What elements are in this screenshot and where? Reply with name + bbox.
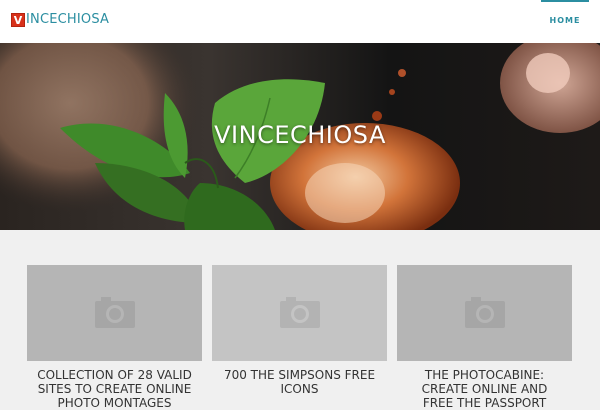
post-title[interactable]: THE PHOTOCABINE: CREATE ONLINE AND FREE …	[397, 368, 572, 410]
post-card[interactable]: THE PHOTOCABINE: CREATE ONLINE AND FREE …	[397, 265, 572, 410]
site-logo[interactable]: V INCECHIOSA	[11, 13, 109, 27]
post-thumbnail-placeholder[interactable]	[27, 265, 202, 361]
post-thumbnail-placeholder[interactable]	[397, 265, 572, 361]
post-title[interactable]: 700 THE SIMPSONS FREE ICONS	[212, 368, 387, 396]
post-card[interactable]: COLLECTION OF 28 VALID SITES TO CREATE O…	[27, 265, 202, 410]
camera-icon	[95, 297, 135, 328]
site-header: V INCECHIOSA HOME	[0, 0, 600, 43]
post-title[interactable]: COLLECTION OF 28 VALID SITES TO CREATE O…	[27, 368, 202, 410]
camera-icon	[280, 297, 320, 328]
post-grid: COLLECTION OF 28 VALID SITES TO CREATE O…	[27, 265, 573, 410]
post-card[interactable]: 700 THE SIMPSONS FREE ICONS	[212, 265, 387, 396]
nav-item-home-label: HOME	[549, 16, 581, 25]
hero-title: VINCECHIOSA	[214, 121, 386, 149]
camera-icon	[465, 297, 505, 328]
hero-banner: VINCECHIOSA	[0, 43, 600, 230]
post-thumbnail-placeholder[interactable]	[212, 265, 387, 361]
nav-item-home[interactable]: HOME	[541, 0, 589, 43]
logo-mark: V	[11, 13, 25, 27]
logo-text: INCECHIOSA	[26, 12, 110, 27]
active-nav-indicator	[541, 0, 589, 2]
